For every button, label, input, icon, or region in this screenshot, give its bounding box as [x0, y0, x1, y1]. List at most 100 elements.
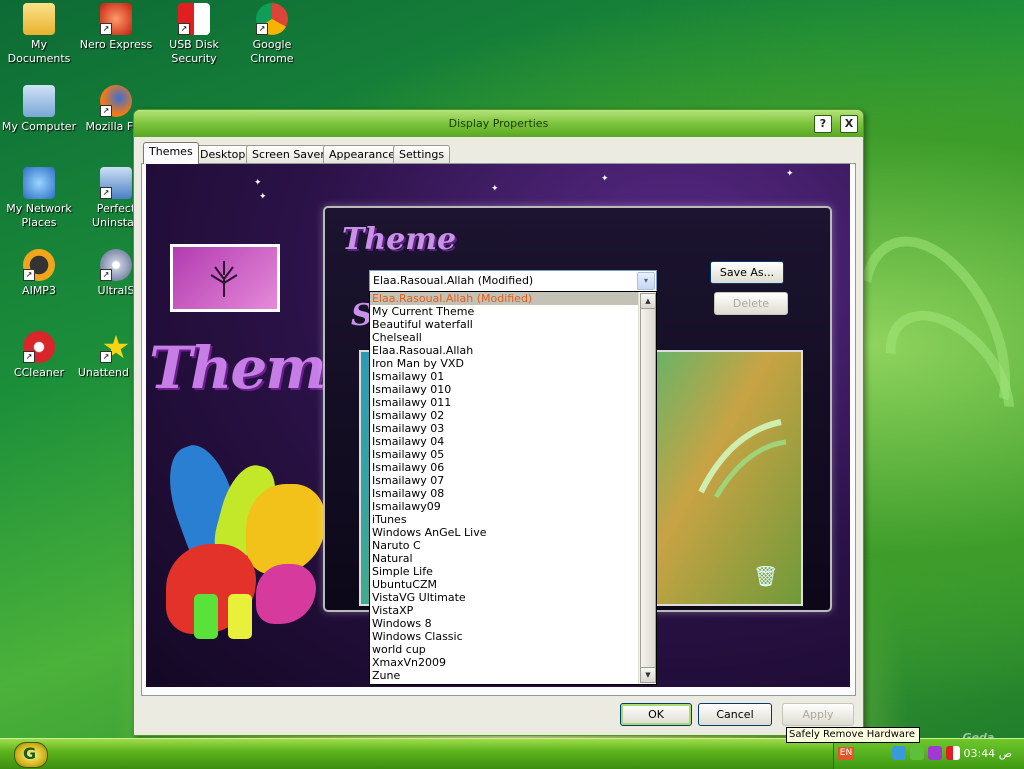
tab-settings[interactable]: Settings	[393, 145, 451, 164]
theme-option[interactable]: Elaa.Rasoual.Allah	[370, 344, 638, 357]
theme-option[interactable]: Ismailawy09	[370, 500, 638, 513]
desktop-icon-label: My Documents	[7, 38, 71, 65]
firefox-icon: ↗	[100, 85, 132, 117]
theme-option[interactable]: UbuntuCZM	[370, 578, 638, 591]
desktop-icon-aimp3[interactable]: ↗ AIMP3	[0, 249, 78, 298]
nero-icon: ↗	[100, 3, 132, 35]
paint-bottle	[228, 594, 252, 639]
theme-option[interactable]: Zune	[370, 669, 638, 682]
desktop-icon-my-computer[interactable]: My Computer	[0, 85, 78, 134]
theme-option[interactable]: Ismailawy 06	[370, 461, 638, 474]
desktop-icon-label: My Computer	[1, 120, 77, 133]
desktop-icon-my-network-places[interactable]: My Network Places	[0, 167, 78, 230]
save-as-button[interactable]: Save As...	[710, 261, 784, 284]
tab-themes[interactable]: Themes	[143, 142, 199, 164]
scroll-up-icon[interactable]: ▲	[640, 293, 656, 309]
desktop-icon-label: CCleaner	[13, 366, 65, 379]
folder-icon	[23, 3, 55, 35]
ccleaner-icon: ↗	[23, 331, 55, 363]
theme-option[interactable]: Beautiful waterfall	[370, 318, 638, 331]
language-indicator[interactable]: EN	[838, 747, 854, 760]
desktop-icon-label: Google Chrome	[250, 38, 294, 65]
star-icon: ✦	[254, 178, 262, 188]
theme-option[interactable]: Ismailawy 02	[370, 409, 638, 422]
title-bar[interactable]: Display Properties ? X	[134, 110, 863, 137]
tree-icon	[210, 261, 238, 297]
recycle-bin-icon: 🗑	[753, 564, 779, 588]
theme-option[interactable]: Ismailawy 04	[370, 435, 638, 448]
theme-option[interactable]: Simple Life	[370, 565, 638, 578]
desktop-icon-my-documents[interactable]: My Documents	[0, 3, 78, 66]
tab-screen-saver[interactable]: Screen Saver	[246, 145, 331, 164]
tab-appearance[interactable]: Appearance	[323, 145, 402, 164]
theme-option[interactable]: Ismailawy 08	[370, 487, 638, 500]
theme-option[interactable]: iTunes	[370, 513, 638, 526]
desktop-icon-ccleaner[interactable]: ↗ CCleaner	[0, 331, 78, 380]
scroll-down-icon[interactable]: ▼	[640, 667, 656, 683]
delete-button[interactable]: Delete	[714, 292, 788, 315]
cancel-button[interactable]: Cancel	[698, 703, 772, 726]
theme-option[interactable]: Ismailawy 07	[370, 474, 638, 487]
clock[interactable]: 03:44 ص	[963, 747, 1012, 760]
safely-remove-hardware-icon[interactable]	[910, 746, 924, 760]
desktop-icon-label: USB Disk Security	[169, 38, 219, 65]
theme-options: Elaa.Rasoual.Allah (Modified) My Current …	[370, 292, 638, 682]
aimp-icon: ↗	[23, 249, 55, 281]
theme-option[interactable]: XmaxVn2009	[370, 656, 638, 669]
shield-icon: ↗	[178, 3, 210, 35]
chrome-icon: ↗	[256, 3, 288, 35]
system-tray: EN 03:44 ص	[833, 739, 1024, 769]
desktop-icon-nero-express[interactable]: ↗ Nero Express	[77, 3, 155, 52]
theme-option[interactable]: Natural	[370, 552, 638, 565]
apply-button[interactable]: Apply	[782, 703, 854, 726]
network-tray-icon[interactable]	[892, 746, 906, 760]
theme-option[interactable]: world cup	[370, 643, 638, 656]
theme-select[interactable]: Elaa.Rasoual.Allah (Modified) ▾	[369, 270, 657, 292]
dropdown-scrollbar[interactable]: ▲ ▼	[638, 292, 656, 684]
disc-icon: ↗	[100, 249, 132, 281]
theme-option[interactable]: Ismailawy 010	[370, 383, 638, 396]
start-orb-icon: G	[23, 744, 37, 763]
help-button[interactable]: ?	[814, 115, 832, 133]
swoosh-graphic	[698, 419, 787, 499]
window-title: Display Properties	[448, 117, 549, 130]
theme-select-value: Elaa.Rasoual.Allah (Modified)	[373, 274, 534, 287]
theme-dropdown-list[interactable]: Elaa.Rasoual.Allah (Modified) My Current …	[369, 291, 657, 685]
theme-option[interactable]: Chelseall	[370, 331, 638, 344]
star-icon: ✦	[601, 174, 609, 184]
desktop-icon-label: My Network Places	[6, 202, 72, 229]
theme-option[interactable]: VistaVG Ultimate	[370, 591, 638, 604]
star-icon: ✦	[491, 184, 499, 194]
desktop-icon-label: UltraIS	[97, 284, 135, 297]
theme-option[interactable]: Ismailawy 05	[370, 448, 638, 461]
uninstall-icon: ↗	[100, 167, 132, 199]
computer-icon	[23, 85, 55, 117]
star-icon: ✦	[259, 192, 267, 202]
theme-option[interactable]: Naruto C	[370, 539, 638, 552]
theme-option[interactable]: Elaa.Rasoual.Allah (Modified)	[370, 292, 638, 305]
desktop-icon-label: Nero Express	[79, 38, 153, 51]
theme-option[interactable]: Ismailawy 01	[370, 370, 638, 383]
tab-desktop[interactable]: Desktop	[194, 145, 252, 164]
theme-option[interactable]: Iron Man by VXD	[370, 357, 638, 370]
theme-option[interactable]: Windows AnGeL Live	[370, 526, 638, 539]
star-icon: ✦	[786, 169, 794, 179]
start-button[interactable]: G	[14, 742, 48, 768]
theme-option[interactable]: Windows Classic	[370, 630, 638, 643]
theme-option[interactable]: Windows 8	[370, 617, 638, 630]
star-icon: ★ ↗	[100, 328, 131, 366]
desktop-icon-usb-disk-security[interactable]: ↗ USB Disk Security	[155, 3, 233, 66]
theme-option[interactable]: Ismailawy 03	[370, 422, 638, 435]
shield-tray-icon[interactable]	[946, 746, 960, 760]
volume-tray-icon[interactable]	[928, 746, 942, 760]
chevron-down-icon[interactable]: ▾	[637, 272, 655, 290]
theme-option[interactable]: Ismailawy 011	[370, 396, 638, 409]
theme-option[interactable]: VistaXP	[370, 604, 638, 617]
scrollbar-thumb[interactable]	[640, 308, 656, 668]
ok-button[interactable]: OK	[620, 703, 692, 726]
desktop-icon-label: AIMP3	[22, 284, 56, 297]
paint-bottle	[194, 594, 218, 639]
theme-option[interactable]: My Current Theme	[370, 305, 638, 318]
close-button[interactable]: X	[840, 115, 858, 133]
desktop-icon-google-chrome[interactable]: ↗ Google Chrome	[233, 3, 311, 66]
